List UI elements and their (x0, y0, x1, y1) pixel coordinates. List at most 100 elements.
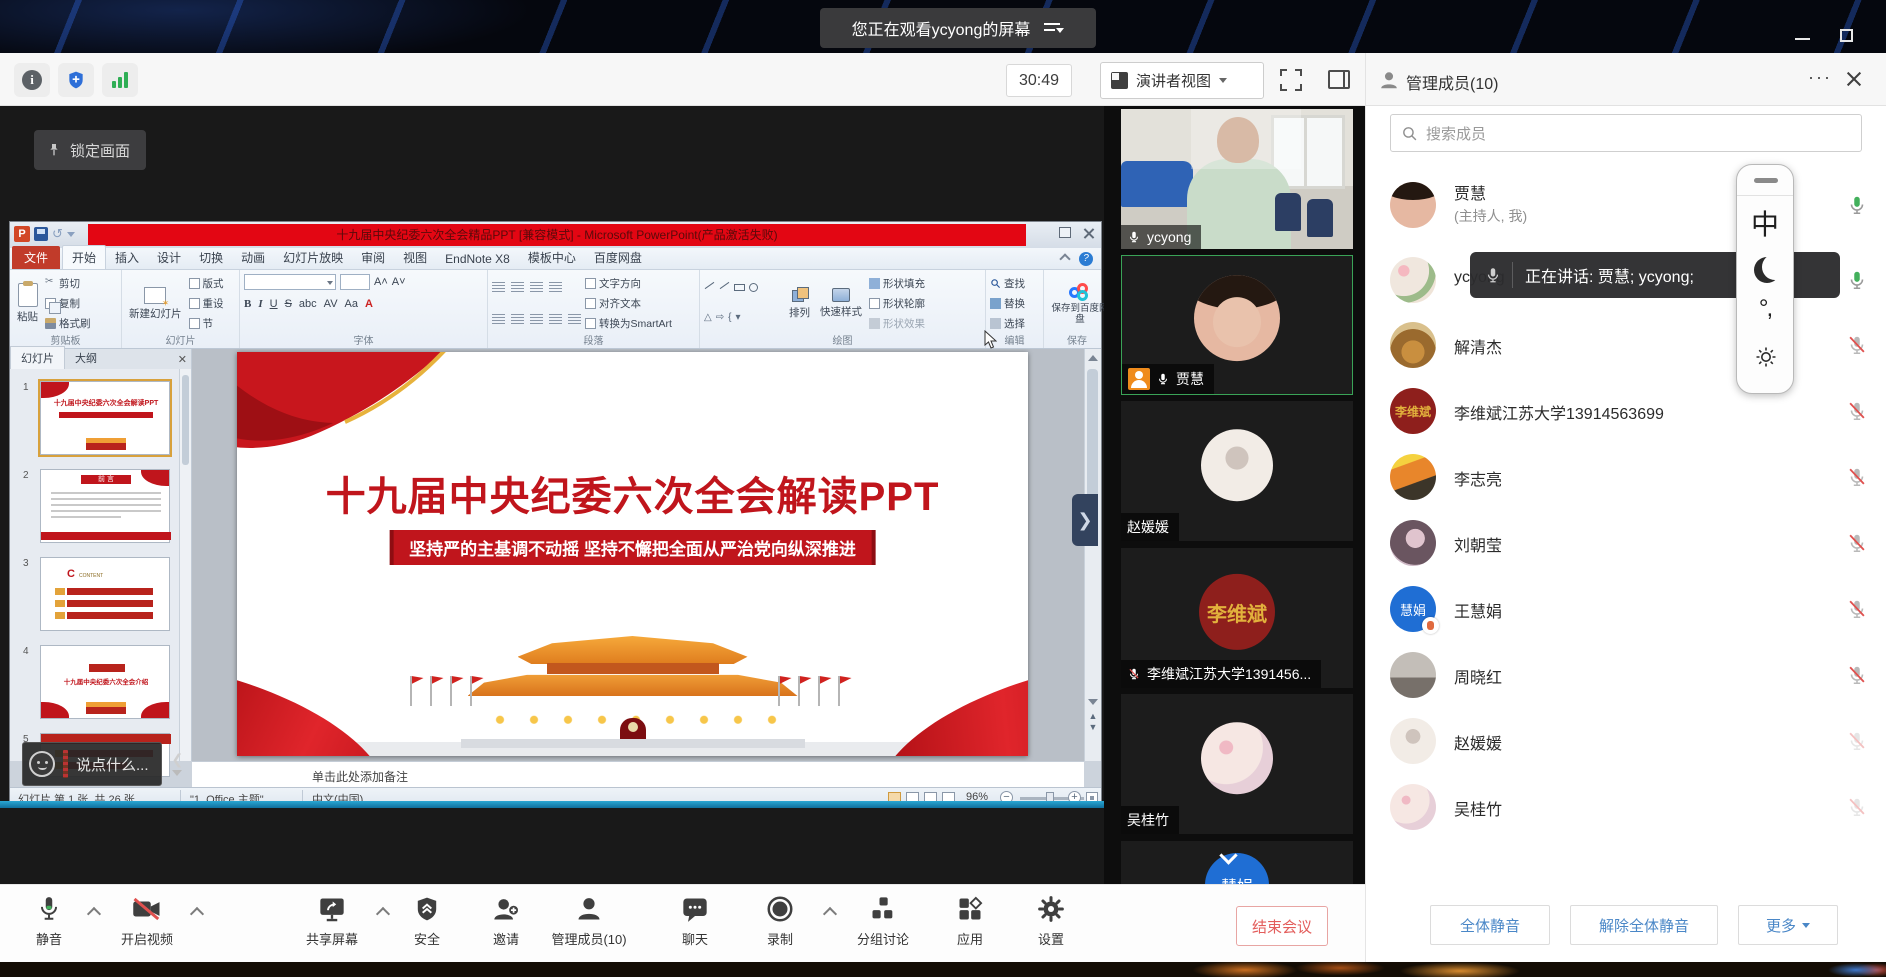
font-size-select[interactable] (340, 274, 370, 290)
align-center-button[interactable] (511, 314, 524, 325)
find-button[interactable]: 查找 (990, 276, 1025, 291)
thumbnail-scrollbar[interactable] (179, 369, 191, 761)
shape-arrow-icon[interactable]: ⇨ (716, 312, 724, 324)
video-tile-liweibin[interactable]: 李维斌 李维斌江苏大学1391456... (1121, 548, 1353, 688)
member-row[interactable]: 慧娟 王慧娟 (1390, 576, 1872, 642)
strikethrough-button[interactable]: S (285, 298, 292, 310)
indent-more-button[interactable] (549, 282, 562, 293)
ppt-tab-insert[interactable]: 插入 (106, 246, 148, 269)
ppt-tab-review[interactable]: 审阅 (352, 246, 394, 269)
save-icon[interactable] (34, 227, 48, 241)
ppt-titlebar[interactable]: P ↺ 十九届中央纪委六次全会精品PPT [兼容模式] - Microsoft … (10, 222, 1101, 248)
shape-line2-icon[interactable] (720, 282, 730, 289)
arrange-button[interactable]: 排列 (786, 274, 813, 333)
collapse-ribbon-icon[interactable] (1059, 253, 1070, 264)
underline-button[interactable]: U (270, 298, 278, 310)
char-spacing-button[interactable]: AV (324, 298, 338, 310)
view-mode-dropdown[interactable]: 演讲者视图 (1100, 62, 1264, 99)
shadow-button[interactable]: abc (299, 298, 317, 310)
ppt-tab-file[interactable]: 文件 (12, 246, 60, 269)
bullets-button[interactable] (492, 282, 505, 293)
ppt-restore-icon[interactable] (1059, 227, 1071, 238)
shape-ellipse-icon[interactable] (749, 283, 758, 292)
copy-button[interactable]: 复制 (45, 296, 91, 311)
video-tile-wuguizhu[interactable]: 吴桂竹 (1121, 694, 1353, 834)
minimize-icon[interactable] (1795, 38, 1810, 40)
outline-tab[interactable]: 大纲 (65, 347, 107, 369)
slide-thumbnail-4[interactable]: 4 十九届中央纪委六次全会介绍 (40, 645, 170, 719)
member-row[interactable]: 李维斌 李维斌江苏大学13914563699 (1390, 378, 1872, 444)
ime-mode-button[interactable]: 中 (1737, 203, 1793, 243)
shape-line-icon[interactable] (705, 282, 715, 289)
more-button[interactable]: 更多 (1738, 905, 1838, 945)
font-color-button[interactable]: A (365, 298, 373, 310)
mic-muted-icon[interactable] (1846, 730, 1868, 752)
member-row[interactable]: 贾慧 (主持人, 我) (1390, 172, 1872, 238)
mic-muted-icon[interactable] (1846, 466, 1868, 488)
smartart-button[interactable]: 转换为SmartArt (585, 316, 672, 331)
member-row[interactable]: 赵媛媛 (1390, 708, 1872, 774)
italic-button[interactable]: I (258, 298, 262, 310)
panel-more-icon[interactable]: ··· (1808, 67, 1838, 91)
ppt-tab-animations[interactable]: 动画 (232, 246, 274, 269)
record-button[interactable]: 录制 (732, 893, 828, 948)
ime-halfwidth-moon-icon[interactable] (1754, 257, 1780, 283)
next-page-overlay-button[interactable]: ❯ (1072, 494, 1098, 546)
video-tile-zhaoyuanyuan[interactable]: 赵媛媛 (1121, 401, 1353, 541)
reset-button[interactable]: 重设 (189, 296, 224, 311)
invite-button[interactable]: 邀请 (458, 893, 554, 948)
breakout-rooms-button[interactable]: 分组讨论 (835, 893, 931, 948)
mute-all-button[interactable]: 全体静音 (1430, 905, 1550, 945)
mic-muted-icon[interactable] (1846, 400, 1868, 422)
slide-thumbnail-1[interactable]: 1 十九届中央纪委六次全会解读PPT (40, 381, 170, 455)
banner-menu-icon[interactable] (1044, 21, 1064, 35)
ppt-tab-home[interactable]: 开始 (62, 245, 106, 269)
collapse-left-icon[interactable]: ❮ (172, 752, 184, 766)
grow-font-button[interactable]: A˄ (374, 276, 388, 288)
quick-chat-input[interactable]: 说点什么... (22, 742, 162, 786)
scroll-down-icon[interactable] (1088, 699, 1098, 705)
member-row[interactable]: 李志亮 (1390, 444, 1872, 510)
ppt-tab-templates[interactable]: 模板中心 (519, 246, 585, 269)
end-meeting-button[interactable]: 结束会议 (1236, 906, 1328, 946)
mic-muted-icon[interactable] (1846, 532, 1868, 554)
video-tile-jiahui[interactable]: 贾慧 (1121, 255, 1353, 395)
meeting-info-button[interactable]: i (14, 63, 50, 97)
ppt-tab-endnote[interactable]: EndNote X8 (436, 249, 519, 269)
justify-button[interactable] (549, 314, 562, 325)
slides-tab[interactable]: 幻灯片 (10, 346, 65, 369)
align-text-button[interactable]: 对齐文本 (585, 296, 672, 311)
powerpoint-app-icon[interactable]: P (14, 226, 30, 242)
shape-triangle-icon[interactable]: △ (704, 312, 712, 324)
shape-brace-icon[interactable]: { (728, 312, 731, 324)
ppt-tab-baidu[interactable]: 百度网盘 (585, 246, 651, 269)
cut-button[interactable]: 剪切 (45, 276, 91, 291)
qat-dropdown-icon[interactable] (67, 232, 75, 237)
fullscreen-button[interactable] (1280, 69, 1302, 91)
shrink-font-button[interactable]: A˅ (392, 276, 406, 288)
member-row[interactable]: 刘朝莹 (1390, 510, 1872, 576)
save-to-cloud-button[interactable]: 保存到百度网盘 (1048, 274, 1112, 333)
settings-button[interactable]: 设置 (1003, 893, 1099, 948)
columns-button[interactable] (568, 314, 581, 325)
ime-settings-gear-icon[interactable] (1754, 345, 1778, 369)
manage-members-button[interactable]: 管理成员(10) (541, 893, 637, 948)
select-button[interactable]: 选择 (990, 316, 1025, 331)
mute-button[interactable]: 静音 (1, 893, 97, 948)
shape-effects-button[interactable]: 形状效果 (869, 316, 925, 331)
network-quality-button[interactable] (102, 63, 138, 97)
meeting-security-button[interactable] (58, 63, 94, 97)
font-name-select[interactable] (244, 274, 336, 290)
prev-next-slide-buttons[interactable]: ▲▼ (1087, 711, 1099, 755)
mic-on-icon[interactable] (1846, 194, 1868, 216)
shape-rect-icon[interactable] (734, 284, 745, 291)
shapes-more-icon[interactable]: ▾ (735, 312, 740, 324)
collapse-down-icon[interactable] (172, 770, 182, 776)
member-row[interactable]: 吴桂竹 (1390, 774, 1872, 840)
mic-muted-icon[interactable] (1846, 796, 1868, 818)
mic-on-icon[interactable] (1846, 269, 1868, 291)
slide-thumbnail-3[interactable]: 3 CCONTENT (40, 557, 170, 631)
numbering-button[interactable] (511, 282, 524, 293)
ppt-notes-area[interactable]: 单击此处添加备注 (192, 761, 1084, 787)
replace-button[interactable]: 替换 (990, 296, 1025, 311)
